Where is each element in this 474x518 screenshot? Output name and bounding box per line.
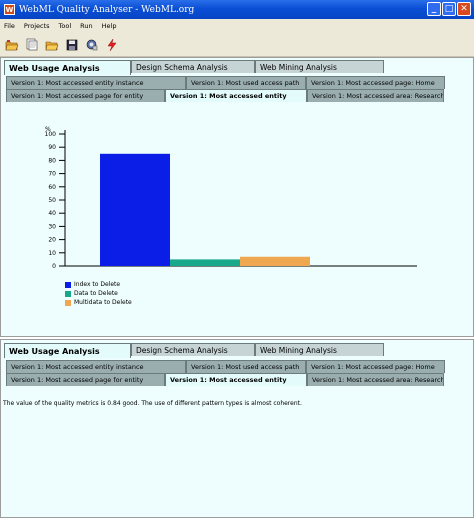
bar-multidata-to-delete xyxy=(240,256,310,266)
tab-most-accessed-entity-instance[interactable]: Version 1: Most accessed entity instance xyxy=(6,76,186,89)
settings-icon[interactable] xyxy=(83,36,100,53)
y-tick-label: 0 xyxy=(52,263,56,270)
legend-item: Index to Delete xyxy=(65,280,132,289)
main-tab-row: Web Usage Analysis Design Schema Analysi… xyxy=(4,60,384,75)
legend-swatch xyxy=(65,281,71,288)
bottom-analysis-panel: Web Usage Analysis Design Schema Analysi… xyxy=(0,339,474,518)
tab-web-usage-analysis[interactable]: Web Usage Analysis xyxy=(4,343,131,358)
menu-bar: File Projects Tool Run Help xyxy=(0,19,474,33)
toolbar xyxy=(0,33,474,57)
document-icon[interactable] xyxy=(23,36,40,53)
tab-most-accessed-entity[interactable]: Version 1: Most accessed entity xyxy=(165,89,307,102)
legend-label: Data to Delete xyxy=(74,290,118,297)
close-button[interactable]: ✕ xyxy=(457,2,471,16)
menu-help[interactable]: Help xyxy=(102,22,117,30)
tab-web-mining-analysis[interactable]: Web Mining Analysis xyxy=(255,60,384,73)
tab-design-schema-analysis[interactable]: Design Schema Analysis xyxy=(131,60,255,73)
tab-most-accessed-entity[interactable]: Version 1: Most accessed entity xyxy=(165,373,307,386)
tab-most-accessed-page-home[interactable]: Version 1: Most accessed page: Home xyxy=(306,360,445,373)
tab-most-used-access-path[interactable]: Version 1: Most used access path xyxy=(186,360,306,373)
legend-swatch xyxy=(65,290,71,297)
sub-tab-row-top: Version 1: Most accessed entity instance… xyxy=(6,360,445,373)
y-tick-label: 100 xyxy=(45,131,57,138)
chart-legend: Index to Delete Data to Delete Multidata t… xyxy=(65,280,132,307)
tab-web-mining-analysis[interactable]: Web Mining Analysis xyxy=(255,343,384,356)
y-tick-label: 50 xyxy=(48,197,56,204)
bar-chart: %0102030405060708090100 xyxy=(45,126,417,270)
title-bar: W WebML Quality Analyser - WebML.org _ □… xyxy=(0,0,474,19)
tab-most-accessed-area-research[interactable]: Version 1: Most accessed area: Research xyxy=(307,89,444,102)
tab-most-accessed-page-for-entity[interactable]: Version 1: Most accessed page for entity xyxy=(6,89,165,102)
y-tick-label: 20 xyxy=(48,237,56,244)
sub-tab-row-top: Version 1: Most accessed entity instance… xyxy=(6,76,445,89)
open-folder-icon[interactable] xyxy=(3,36,20,53)
menu-tool[interactable]: Tool xyxy=(59,22,72,30)
legend-item: Data to Delete xyxy=(65,289,132,298)
y-tick-label: 90 xyxy=(48,144,56,151)
maximize-button[interactable]: □ xyxy=(442,2,456,16)
quality-metrics-message: The value of the quality metrics is 0.84… xyxy=(3,400,302,407)
legend-swatch xyxy=(65,299,71,306)
app-icon: W xyxy=(4,4,15,15)
top-analysis-panel: Web Usage Analysis Design Schema Analysi… xyxy=(0,57,474,337)
menu-run[interactable]: Run xyxy=(80,22,92,30)
tab-most-accessed-area-research[interactable]: Version 1: Most accessed area: Research xyxy=(307,373,444,386)
y-tick-label: 40 xyxy=(48,210,56,217)
menu-projects[interactable]: Projects xyxy=(24,22,50,30)
y-tick-label: 60 xyxy=(48,184,56,191)
legend-label: Index to Delete xyxy=(74,281,121,288)
run-icon[interactable] xyxy=(103,36,120,53)
y-tick-label: 70 xyxy=(48,171,56,178)
sub-tab-row-bottom: Version 1: Most accessed page for entity… xyxy=(6,373,444,386)
window-title: WebML Quality Analyser - WebML.org xyxy=(19,4,195,15)
legend-label: Multidata to Delete xyxy=(74,299,132,306)
folder-icon[interactable] xyxy=(43,36,60,53)
tab-most-accessed-page-for-entity[interactable]: Version 1: Most accessed page for entity xyxy=(6,373,165,386)
legend-item: Multidata to Delete xyxy=(65,298,132,307)
tab-most-accessed-page-home[interactable]: Version 1: Most accessed page: Home xyxy=(306,76,445,89)
bar-data-to-delete xyxy=(170,259,240,266)
tab-most-accessed-entity-instance[interactable]: Version 1: Most accessed entity instance xyxy=(6,360,186,373)
tab-web-usage-analysis[interactable]: Web Usage Analysis xyxy=(4,60,131,75)
minimize-button[interactable]: _ xyxy=(427,2,441,16)
main-tab-row: Web Usage Analysis Design Schema Analysi… xyxy=(4,343,384,358)
menu-file[interactable]: File xyxy=(4,22,15,30)
tab-design-schema-analysis[interactable]: Design Schema Analysis xyxy=(131,343,255,356)
save-icon[interactable] xyxy=(63,36,80,53)
y-tick-label: 30 xyxy=(48,223,56,230)
sub-tab-row-bottom: Version 1: Most accessed page for entity… xyxy=(6,89,444,102)
window-controls: _ □ ✕ xyxy=(427,2,471,16)
tab-most-used-access-path[interactable]: Version 1: Most used access path xyxy=(186,76,306,89)
bar-index-to-delete xyxy=(100,153,170,266)
y-tick-label: 80 xyxy=(48,157,56,164)
y-tick-label: 10 xyxy=(48,250,56,257)
